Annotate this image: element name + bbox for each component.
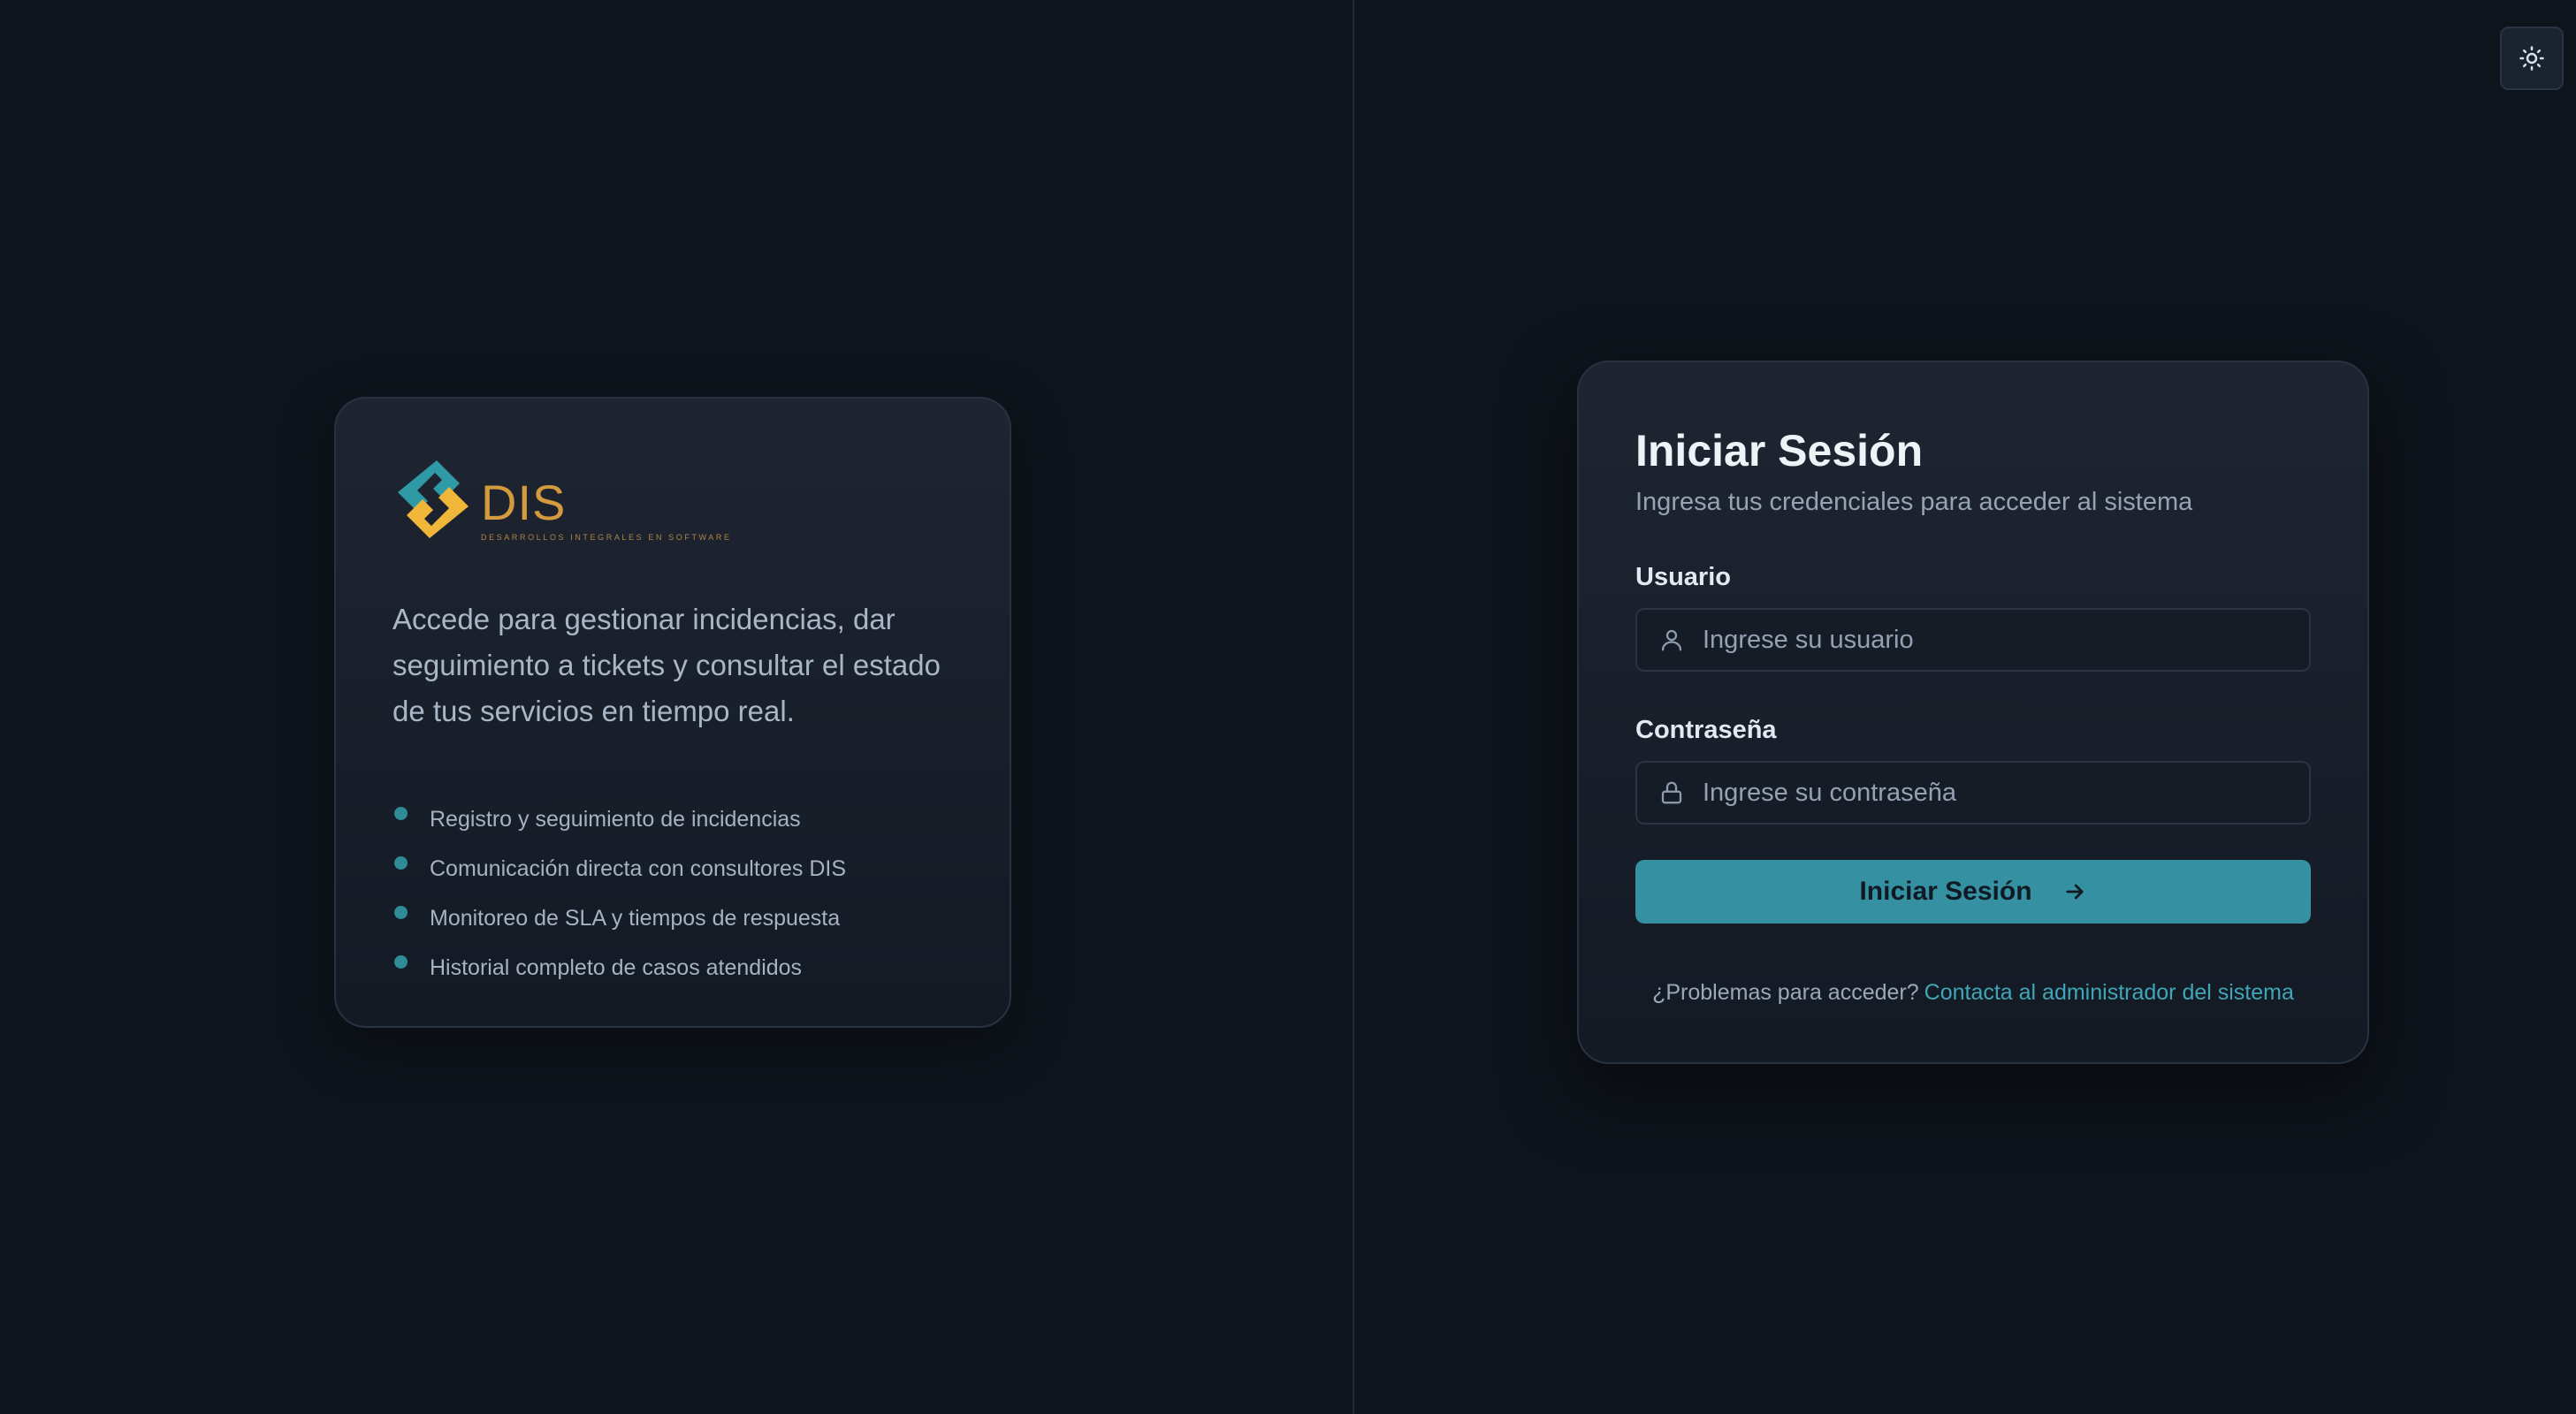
user-icon: [1658, 627, 1685, 653]
logo-tagline: DESARROLLOS INTEGRALES EN SOFTWARE: [481, 533, 732, 542]
password-label: Contraseña: [1635, 716, 1777, 744]
login-title: Iniciar Sesión: [1635, 426, 1924, 475]
username-label: Usuario: [1635, 563, 1731, 591]
username-input[interactable]: [1703, 610, 2309, 670]
lock-icon: [1658, 779, 1685, 806]
password-field: [1635, 761, 2311, 825]
theme-toggle-button[interactable]: [2500, 27, 2564, 90]
feature-text: Registro y seguimiento de incidencias: [430, 806, 801, 832]
dis-logo-mark: [398, 460, 469, 538]
login-subtitle: Ingresa tus credenciales para acceder al…: [1635, 488, 2193, 516]
help-text: ¿Problemas para acceder? Contacta al admi…: [1635, 980, 2311, 1006]
password-input[interactable]: [1703, 763, 2309, 823]
login-submit-label: Iniciar Sesión: [1859, 877, 2032, 906]
feature-item: Historial completo de casos atendidos: [392, 943, 953, 992]
arrow-right-icon: [2062, 879, 2087, 904]
info-card: DIS DESARROLLOS INTEGRALES EN SOFTWARE A…: [334, 397, 1011, 1028]
bullet-dot: [394, 905, 408, 919]
bullet-dot: [394, 855, 408, 870]
feature-text: Comunicación directa con consultores DIS: [430, 855, 847, 881]
feature-text: Historial completo de casos atendidos: [430, 954, 803, 980]
login-card: Iniciar Sesión Ingresa tus credenciales …: [1577, 361, 2369, 1064]
feature-item: Comunicación directa con consultores DIS: [392, 844, 953, 893]
intro-text: Accede para gestionar incidencias, dar s…: [392, 603, 941, 727]
sun-icon: [2519, 45, 2545, 72]
login-submit-button[interactable]: Iniciar Sesión: [1635, 860, 2311, 924]
feature-item: Monitoreo de SLA y tiempos de respuesta: [392, 893, 953, 943]
help-question: ¿Problemas para acceder?: [1652, 980, 1919, 1005]
logo-name: DIS: [481, 475, 567, 530]
feature-item: Registro y seguimiento de incidencias: [392, 794, 953, 844]
panel-divider: [1353, 0, 1354, 1414]
bullet-dot: [394, 954, 408, 969]
feature-text: Monitoreo de SLA y tiempos de respuesta: [430, 905, 841, 931]
dis-logo: DIS DESARROLLOS INTEGRALES EN SOFTWARE: [392, 457, 953, 542]
contact-admin-link[interactable]: Contacta al administrador del sistema: [1924, 980, 2294, 1005]
feature-list: Registro y seguimiento de incidencias Co…: [392, 794, 953, 992]
bullet-dot: [394, 806, 408, 820]
username-field: [1635, 608, 2311, 672]
